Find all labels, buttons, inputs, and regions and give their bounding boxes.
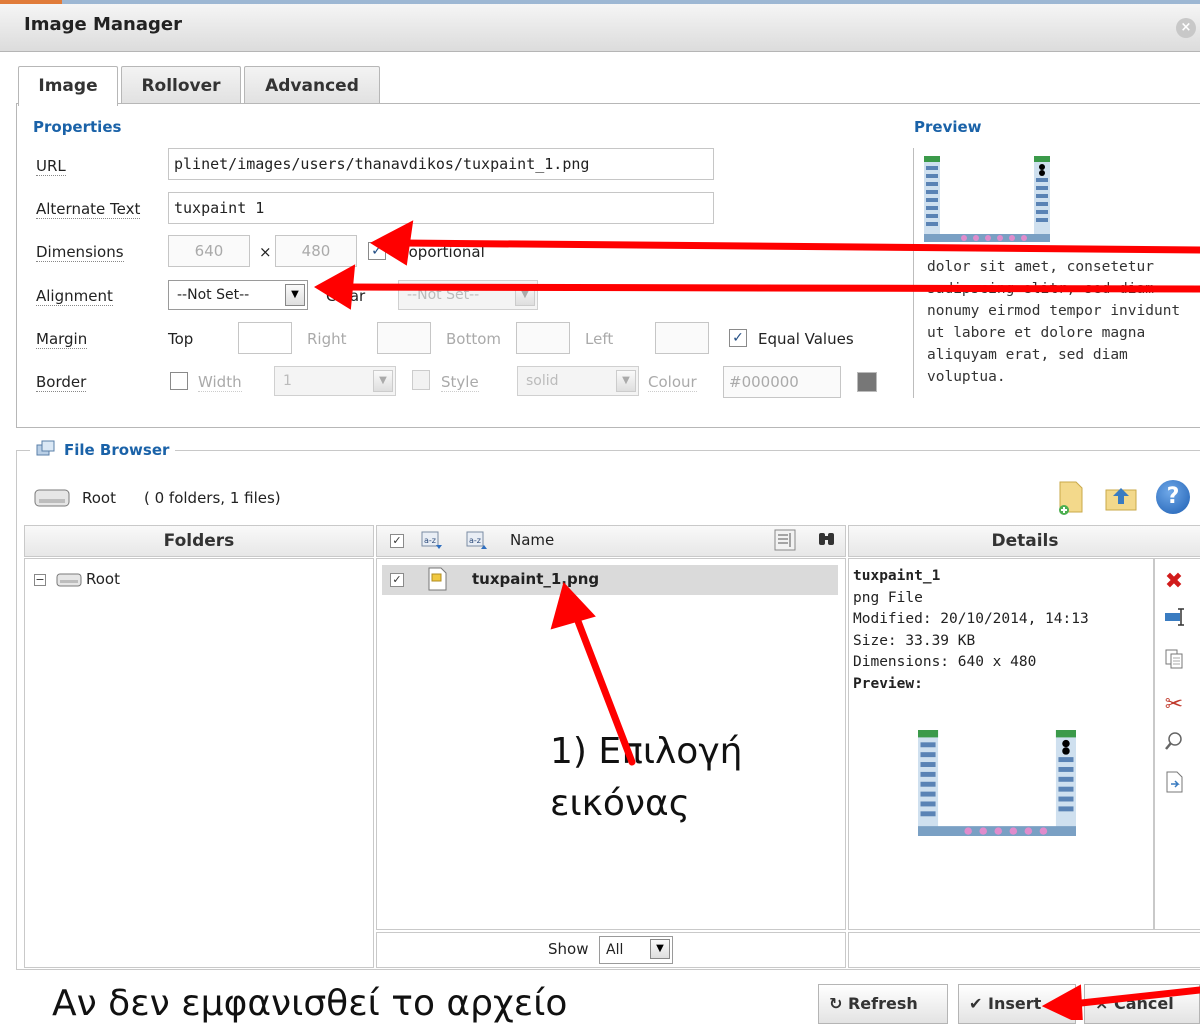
annotation-arrows: [314, 220, 1200, 1020]
tab-image[interactable]: Image: [18, 66, 118, 106]
arrow-proportional: [398, 239, 1200, 254]
arrow-proportional-head: [369, 220, 414, 266]
arrow-insert-head: [1041, 984, 1083, 1020]
arrow-file-head: [550, 582, 596, 630]
arrow-file: [572, 612, 636, 766]
arrow-alignment: [340, 283, 1200, 293]
arrow-alignment-head: [314, 264, 356, 310]
arrow-insert: [1068, 986, 1200, 1008]
